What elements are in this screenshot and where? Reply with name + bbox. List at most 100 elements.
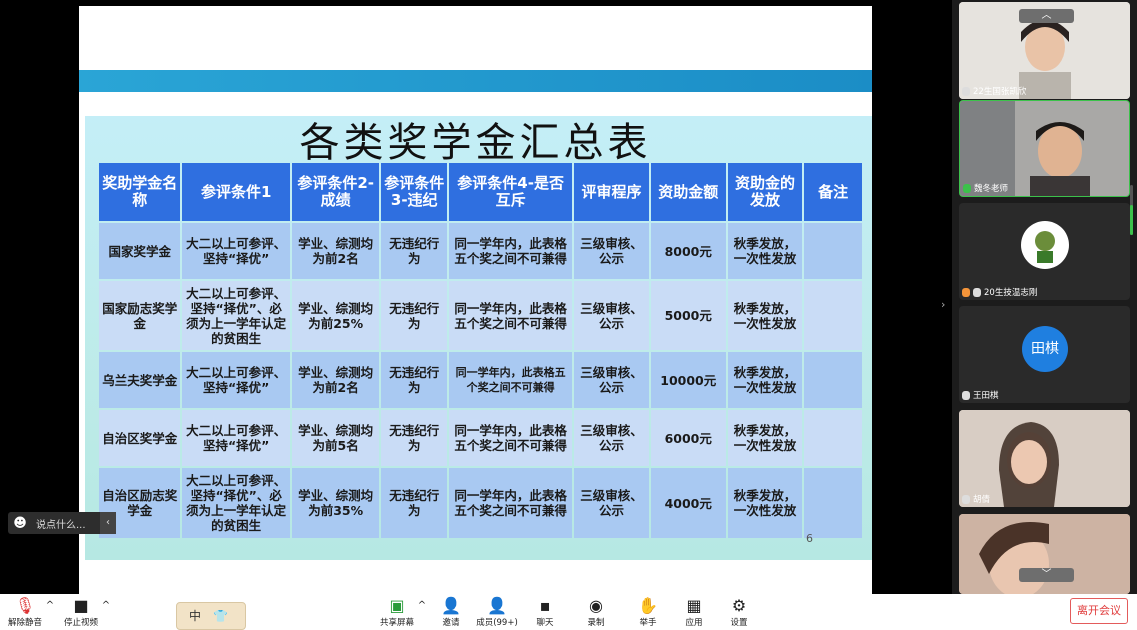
table-cell: 自治区奖学金 — [99, 410, 181, 466]
table-cell: 三级审核、公示 — [574, 352, 649, 408]
meeting-toolbar: 🎙 解除静音 ^ ■ 停止视频 ^ 中 👕 ▣ 共享屏幕 ^ 👤 邀请 👤 成员(… — [0, 594, 1137, 630]
slide-header-band — [79, 70, 872, 92]
participant-name: 胡倩 — [973, 495, 991, 505]
add-user-icon: 👤 — [441, 596, 461, 615]
panel-expand-chevron-icon[interactable]: › — [941, 298, 945, 311]
record-button[interactable]: ◉ 录制 — [581, 596, 611, 628]
table-cell — [804, 352, 862, 408]
unmute-label: 解除静音 — [7, 618, 42, 628]
participant-tile[interactable]: 魏冬老师 — [959, 100, 1130, 197]
table-cell: 学业、综测均为前2名 — [291, 352, 380, 408]
record-label: 录制 — [587, 618, 605, 628]
scroll-up-button[interactable]: ︿ — [1019, 9, 1074, 23]
input-method-indicator[interactable]: 中 👕 — [176, 602, 246, 630]
members-button[interactable]: 👤 成员(99+) — [474, 596, 520, 628]
table-cell: 秋季发放，一次性发放 — [727, 410, 803, 466]
table-row: 国家励志奖学金 大二以上可参评、坚持“择优”、必须为上一学年认定的贫困生 学业、… — [99, 281, 862, 350]
table-cell: 大二以上可参评、坚持“择优”、必须为上一学年认定的贫困生 — [182, 281, 290, 350]
chat-input-pill[interactable]: ☻ 说点什么... ‹ — [8, 512, 116, 534]
settings-button[interactable]: ⚙ 设置 — [724, 596, 754, 628]
table-cell: 学业、综测均为前2名 — [291, 223, 380, 279]
table-cell: 三级审核、公示 — [574, 468, 649, 538]
participant-tile[interactable] — [959, 514, 1130, 594]
header-cell: 参评条件3-违纪 — [381, 163, 448, 221]
participant-avatar: 田棋 — [1022, 326, 1068, 372]
table-cell: 无违纪行为 — [381, 352, 448, 408]
table-cell — [804, 410, 862, 466]
emoji-icon[interactable]: ☻ — [8, 516, 32, 531]
shared-screen: 各类奖学金汇总表 奖助学金名称 参评条件1 参评条件2-成绩 参评条件3-违纪 … — [0, 0, 952, 594]
mic-icon — [973, 287, 981, 297]
chat-button[interactable]: ▪ 聊天 — [530, 596, 560, 628]
unmute-button[interactable]: 🎙 解除静音 — [6, 596, 44, 628]
table-cell: 6000元 — [650, 410, 726, 466]
participant-tile[interactable]: 胡倩 — [959, 410, 1130, 507]
settings-label: 设置 — [730, 618, 748, 628]
chat-label: 聊天 — [536, 618, 554, 628]
scroll-down-button[interactable]: ﹀ — [1019, 568, 1074, 582]
participants-panel: 22生国张凯欣 魏冬老师 20生技温志刚 田棋 王田棋 胡倩 — [952, 0, 1137, 594]
participant-video — [959, 514, 1130, 594]
table-cell: 同一学年内，此表格五个奖之间不可兼得 — [449, 223, 573, 279]
table-cell: 同一学年内，此表格五个奖之间不可兼得 — [449, 468, 573, 538]
apps-label: 应用 — [685, 618, 703, 628]
table-cell: 大二以上可参评、坚持“择优”、必须为上一学年认定的贫困生 — [182, 468, 290, 538]
table-cell: 无违纪行为 — [381, 223, 448, 279]
mic-icon — [963, 183, 971, 193]
table-cell — [804, 468, 862, 538]
leave-meeting-button[interactable]: 离开会议 — [1070, 598, 1128, 624]
record-icon: ◉ — [589, 596, 603, 615]
stop-video-button[interactable]: ■ 停止视频 — [62, 596, 100, 628]
table-cell: 秋季发放，一次性发放 — [727, 281, 803, 350]
table-cell: 秋季发放，一次性发放 — [727, 223, 803, 279]
table-cell: 学业、综测均为前25% — [291, 281, 380, 350]
participant-label: 22生国张凯欣 — [962, 85, 1026, 97]
header-cell: 资助金额 — [650, 163, 726, 221]
video-options-chevron-icon[interactable]: ^ — [100, 596, 112, 628]
invite-button[interactable]: 👤 邀请 — [436, 596, 466, 628]
slide-title: 各类奖学金汇总表 — [299, 120, 652, 166]
table-cell: 三级审核、公示 — [574, 281, 649, 350]
table-cell — [804, 281, 862, 350]
share-options-chevron-icon[interactable]: ^ — [416, 596, 428, 628]
apps-button[interactable]: ▦ 应用 — [679, 596, 709, 628]
table-cell: 同一学年内，此表格五个奖之间不可兼得 — [449, 410, 573, 466]
header-cell: 参评条件2-成绩 — [291, 163, 380, 221]
table-cell: 无违纪行为 — [381, 410, 448, 466]
table-cell: 8000元 — [650, 223, 726, 279]
table-cell: 10000元 — [650, 352, 726, 408]
participant-name: 22生国张凯欣 — [973, 87, 1027, 97]
table-row: 自治区奖学金 大二以上可参评、坚持“择优” 学业、综测均为前5名 无违纪行为 同… — [99, 410, 862, 466]
table-cell: 无违纪行为 — [381, 281, 448, 350]
table-cell: 大二以上可参评、坚持“择优” — [182, 352, 290, 408]
raise-hand-button[interactable]: ✋ 举手 — [633, 596, 663, 628]
audio-options-chevron-icon[interactable]: ^ — [44, 596, 56, 628]
header-cell: 参评条件1 — [182, 163, 290, 221]
table-row: 国家奖学金 大二以上可参评、坚持“择优” 学业、综测均为前2名 无违纪行为 同一… — [99, 223, 862, 279]
presentation-slide: 各类奖学金汇总表 奖助学金名称 参评条件1 参评条件2-成绩 参评条件3-违纪 … — [79, 6, 872, 594]
table-cell: 大二以上可参评、坚持“择优” — [182, 223, 290, 279]
members-icon: 👤 — [487, 596, 507, 615]
input-mode-label: 中 — [189, 609, 202, 623]
participant-tile[interactable]: 20生技温志刚 — [959, 203, 1130, 300]
stop-video-label: 停止视频 — [63, 618, 98, 628]
table-cell: 秋季发放，一次性发放 — [727, 468, 803, 538]
mic-icon — [962, 86, 970, 96]
table-cell: 大二以上可参评、坚持“择优” — [182, 410, 290, 466]
participant-label: 胡倩 — [962, 493, 990, 505]
scholarship-table: 奖助学金名称 参评条件1 参评条件2-成绩 参评条件3-违纪 参评条件4-是否互… — [97, 161, 864, 540]
table-cell: 同一学年内，此表格五个奖之间不可兼得 — [449, 281, 573, 350]
chat-placeholder[interactable]: 说点什么... — [32, 516, 100, 531]
table-cell: 5000元 — [650, 281, 726, 350]
mic-icon — [962, 390, 970, 400]
collapse-chevron-icon[interactable]: ‹ — [100, 512, 116, 534]
header-cell: 参评条件4-是否互斥 — [449, 163, 573, 221]
participant-name: 魏冬老师 — [974, 184, 1009, 194]
share-screen-button[interactable]: ▣ 共享屏幕 — [376, 596, 418, 628]
table-row: 自治区励志奖学金 大二以上可参评、坚持“择优”、必须为上一学年认定的贫困生 学业… — [99, 468, 862, 538]
header-cell: 资助金的发放 — [727, 163, 803, 221]
participant-tile[interactable]: 田棋 王田棋 — [959, 306, 1130, 403]
header-cell: 备注 — [804, 163, 862, 221]
gear-icon: ⚙ — [731, 596, 747, 615]
camera-icon: ■ — [73, 596, 89, 615]
